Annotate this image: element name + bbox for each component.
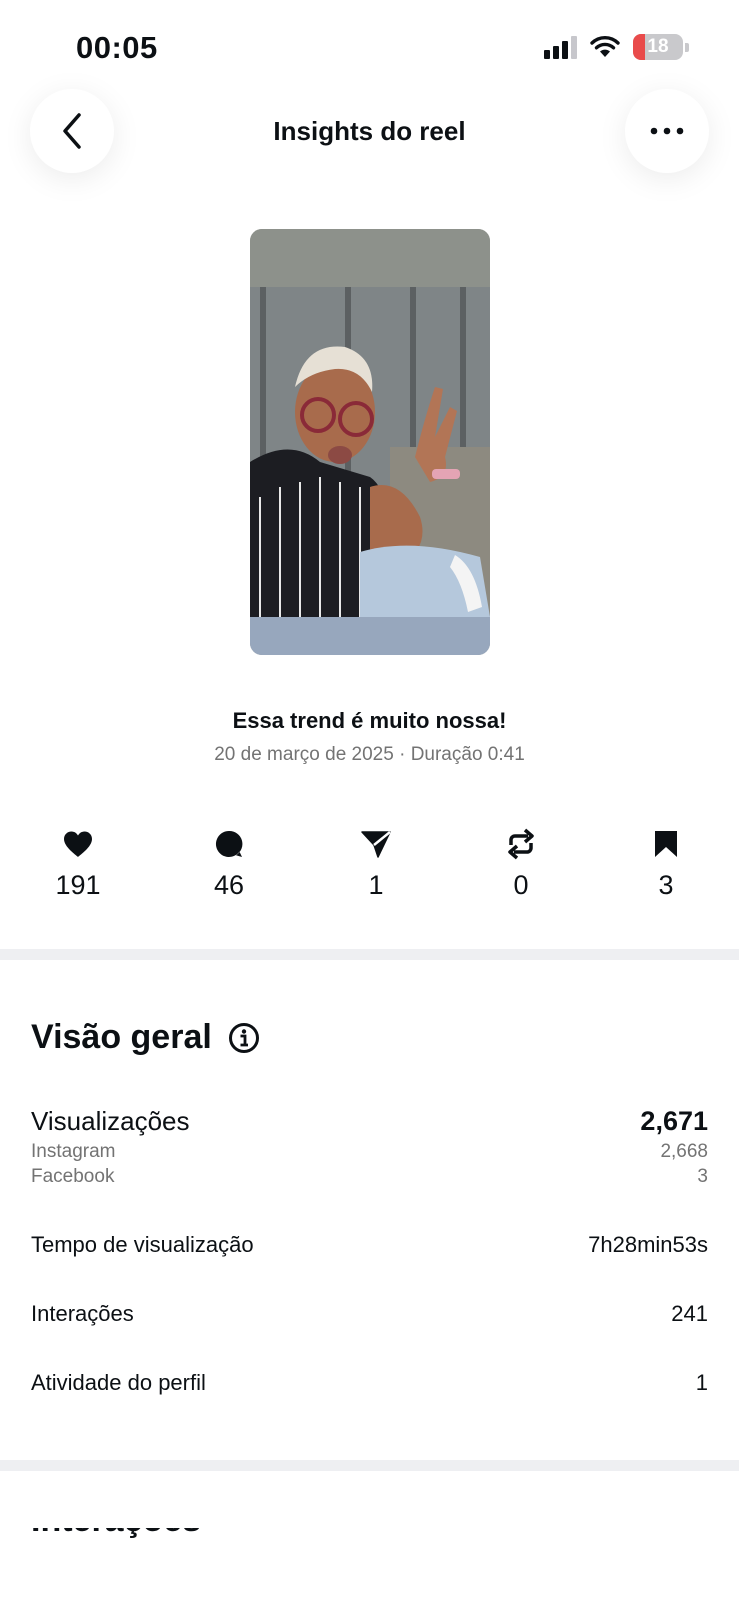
views-label: Visualizações [31,1106,190,1136]
comment-icon [215,830,243,857]
status-icons: 18 [544,34,689,60]
heart-icon [64,831,92,857]
shares-metric: 1 [326,828,426,901]
views-value: 2,671 [640,1106,708,1136]
section-divider [0,1460,739,1471]
status-time: 00:05 [76,30,158,65]
watch-time-value: 7h28min53s [588,1232,708,1257]
reel-caption: Essa trend é muito nossa! [232,708,507,733]
reel-date-duration: 20 de março de 2025 · Duração 0:41 [214,744,525,765]
battery-level: 18 [647,36,669,57]
shares-count: 1 [368,870,384,900]
views-instagram-value: 2,668 [660,1141,708,1162]
likes-count: 191 [55,870,101,900]
comments-metric: 46 [179,828,279,901]
battery-indicator: 18 [633,34,683,60]
likes-metric: 191 [28,828,128,901]
next-section-title: Interações [31,1528,311,1538]
bookmark-icon [655,831,677,857]
cellular-signal-icon [544,35,577,59]
views-instagram-label: Instagram [31,1141,116,1162]
profile-activity-value: 1 [695,1370,708,1395]
share-icon [361,831,391,858]
interactions-label: Interações [31,1301,134,1326]
views-facebook-label: Facebook [31,1166,115,1187]
watch-time-label: Tempo de visualização [31,1232,254,1257]
profile-activity-label: Atividade do perfil [31,1370,206,1395]
info-icon[interactable] [228,1022,260,1054]
reposts-metric: 0 [471,828,571,901]
interactions-value: 241 [671,1301,708,1326]
views-facebook-value: 3 [697,1166,708,1187]
more-horizontal-icon [650,127,684,135]
saves-metric: 3 [616,828,716,901]
reel-photo [250,287,490,617]
comments-count: 46 [213,870,245,900]
saves-count: 3 [658,870,674,900]
next-section-title-cutoff: Interações [31,1528,311,1538]
wifi-icon [590,36,620,57]
more-options-button[interactable] [625,89,709,173]
status-bar: 00:05 18 [0,0,739,90]
overview-section-title: Visão geral [31,1018,260,1057]
reposts-count: 0 [513,870,529,900]
overview-title: Visão geral [31,1018,212,1056]
repost-icon [508,828,534,860]
section-divider [0,949,739,960]
reel-thumbnail[interactable] [250,229,490,655]
